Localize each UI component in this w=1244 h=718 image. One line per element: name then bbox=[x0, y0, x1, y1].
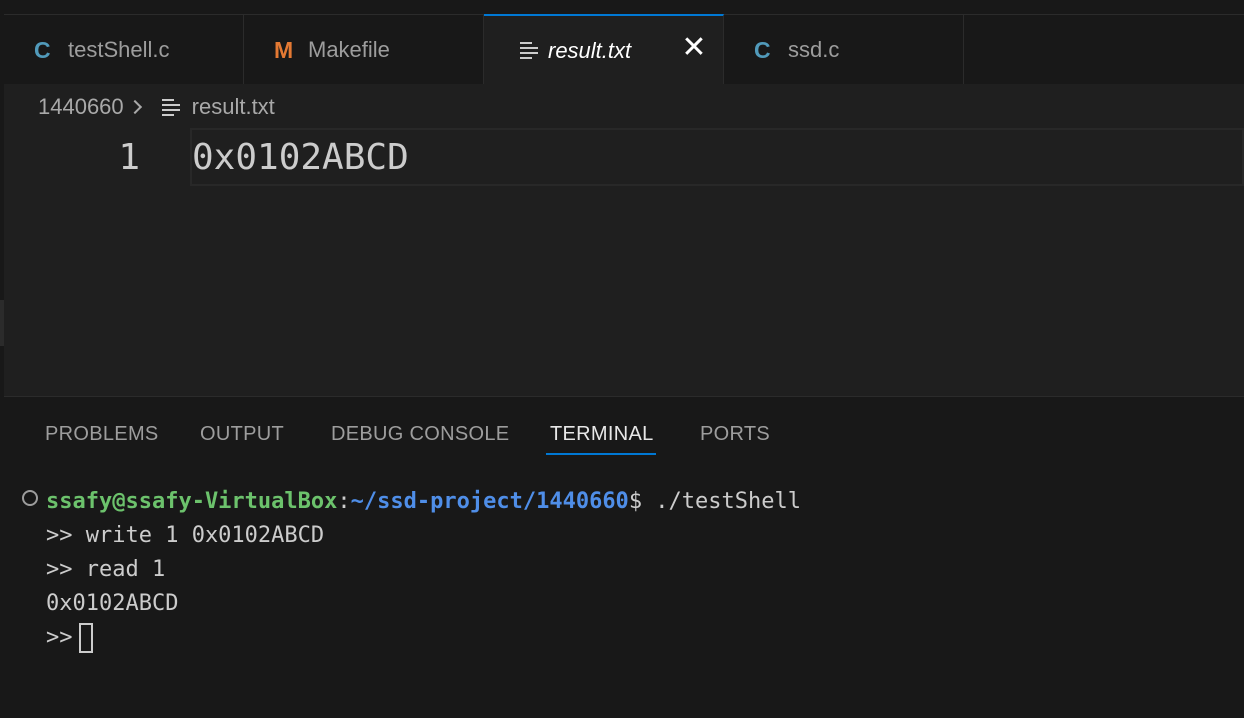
tab-bar-empty-area bbox=[964, 14, 1244, 84]
terminal-line: >> write 1 0x0102ABCD bbox=[46, 523, 325, 548]
breadcrumb-folder[interactable]: 1440660 bbox=[38, 94, 124, 120]
text-file-icon bbox=[520, 42, 538, 59]
terminal-user-host: ssafy@ssafy-VirtualBox bbox=[46, 489, 338, 514]
command-status-circle-icon[interactable] bbox=[22, 490, 38, 506]
tab-label: testShell.c bbox=[68, 37, 170, 62]
active-tab-indicator bbox=[546, 453, 656, 455]
c-file-icon: C bbox=[34, 37, 51, 63]
terminal-colon: : bbox=[337, 489, 351, 514]
sash-handle[interactable] bbox=[0, 300, 4, 346]
tab-label: ssd.c bbox=[788, 37, 840, 62]
terminal-path: ~/ssd-project/1440660 bbox=[350, 489, 629, 514]
tab-output[interactable]: OUTPUT bbox=[200, 421, 284, 447]
text-file-icon bbox=[161, 99, 180, 116]
tab-label: Makefile bbox=[308, 37, 390, 62]
terminal-input-line[interactable]: >> bbox=[46, 621, 93, 655]
breadcrumb-file[interactable]: result.txt bbox=[192, 94, 275, 120]
tab-ports[interactable]: PORTS bbox=[700, 421, 770, 447]
makefile-icon: M bbox=[274, 37, 294, 63]
c-file-icon: C bbox=[754, 37, 771, 63]
editor-line-content[interactable]: 0x0102ABCD bbox=[192, 136, 409, 180]
terminal-current-prompt: >> bbox=[46, 625, 73, 650]
tab-debug-console[interactable]: DEBUG CONSOLE bbox=[331, 421, 509, 447]
terminal-cursor bbox=[78, 623, 93, 653]
terminal-prompt-line: ssafy@ssafy-VirtualBox:~/ssd-project/144… bbox=[46, 485, 801, 519]
chevron-right-icon bbox=[127, 99, 142, 115]
terminal-command: $ ./testShell bbox=[628, 489, 801, 514]
close-icon[interactable]: ✕ bbox=[680, 33, 708, 63]
breadcrumb: 1440660 result.txt bbox=[38, 90, 275, 124]
tab-ssd-c[interactable]: C ssd.c bbox=[724, 14, 964, 84]
tab-makefile[interactable]: M Makefile bbox=[244, 14, 484, 84]
line-number: 1 bbox=[118, 137, 140, 178]
terminal-line: >> read 1 bbox=[46, 557, 166, 582]
tab-label: result.txt bbox=[548, 38, 632, 63]
editor-tab-bar: C testShell.c M Makefile result.txt ✕ C … bbox=[4, 14, 1244, 84]
tab-terminal[interactable]: TERMINAL bbox=[550, 421, 654, 447]
bottom-panel: PROBLEMS OUTPUT DEBUG CONSOLE TERMINAL P… bbox=[4, 396, 1244, 718]
tab-result-txt[interactable]: result.txt ✕ bbox=[484, 14, 724, 84]
tab-testshell-c[interactable]: C testShell.c bbox=[4, 14, 244, 84]
tab-problems[interactable]: PROBLEMS bbox=[45, 421, 159, 447]
window-top-strip bbox=[0, 0, 1244, 14]
terminal-line: 0x0102ABCD bbox=[46, 591, 179, 616]
